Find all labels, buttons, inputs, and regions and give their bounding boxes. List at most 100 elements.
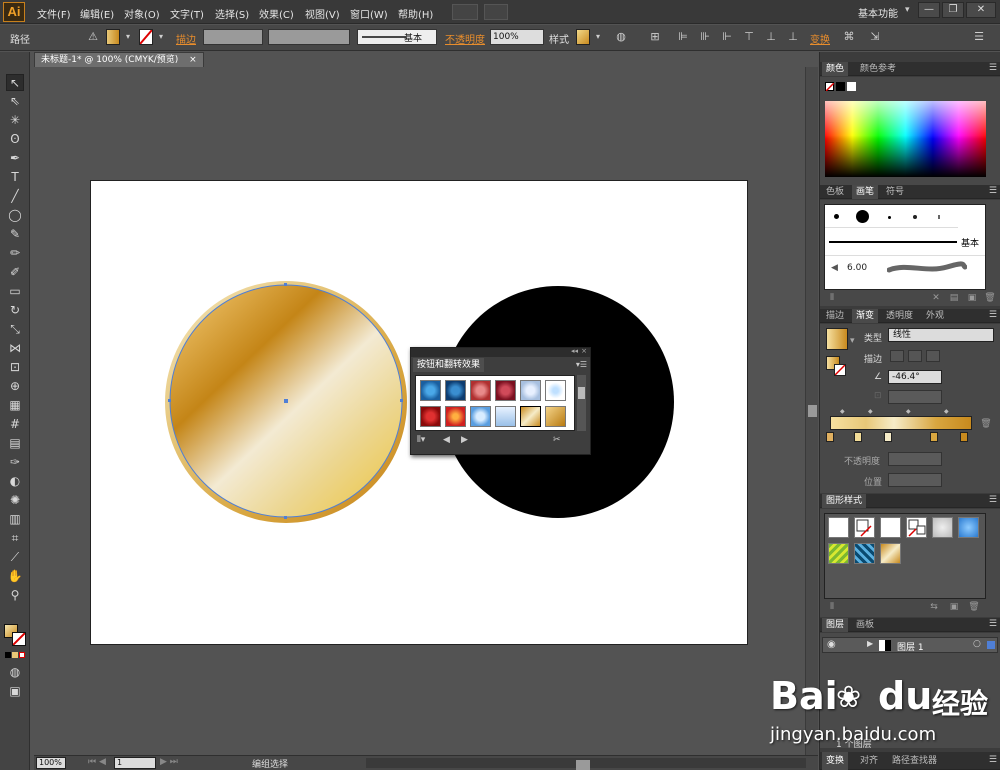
panel-menu-icon[interactable]: ☰ bbox=[972, 30, 986, 44]
style-stroke-only[interactable] bbox=[906, 517, 927, 538]
direct-selection-tool-icon[interactable]: ⇖ bbox=[6, 93, 24, 110]
align-right-icon[interactable]: ⊩ bbox=[720, 30, 734, 44]
width-tool-icon[interactable]: ⋈ bbox=[6, 340, 24, 357]
stroke-weight-field[interactable] bbox=[203, 29, 263, 45]
style-blue[interactable] bbox=[958, 517, 979, 538]
brush-calligraphic[interactable] bbox=[913, 215, 917, 219]
chevron-down-icon[interactable]: ▾ bbox=[905, 5, 910, 15]
style-gold[interactable] bbox=[880, 543, 901, 564]
gradient-mode-icon[interactable] bbox=[12, 652, 18, 658]
scrollbar-thumb[interactable] bbox=[808, 405, 817, 417]
tab-color-guide[interactable]: 颜色参考 bbox=[856, 62, 900, 76]
style-swatch[interactable] bbox=[495, 380, 516, 401]
paintbrush-tool-icon[interactable]: ✎ bbox=[6, 226, 24, 243]
collapse-icon[interactable]: ◂◂ bbox=[571, 347, 578, 355]
eraser-tool-icon[interactable]: ▭ bbox=[6, 283, 24, 300]
style-swatch[interactable] bbox=[495, 406, 516, 427]
visibility-eye-icon[interactable]: ◉ bbox=[827, 639, 836, 650]
chevron-down-icon[interactable]: ▾ bbox=[154, 30, 168, 44]
column-graph-tool-icon[interactable]: ▥ bbox=[6, 511, 24, 528]
delete-icon[interactable]: 🗑 bbox=[984, 292, 996, 304]
brush-dot-small[interactable] bbox=[834, 214, 839, 219]
midpoint-marker[interactable]: ◆ bbox=[868, 408, 873, 415]
close-icon[interactable]: × bbox=[581, 347, 587, 355]
hand-tool-icon[interactable]: ✋ bbox=[6, 568, 24, 585]
midpoint-marker[interactable]: ◆ bbox=[840, 408, 845, 415]
align-bottom-icon[interactable]: ⊥ bbox=[786, 30, 800, 44]
style-gray[interactable] bbox=[932, 517, 953, 538]
stroke-gradient-option[interactable] bbox=[890, 350, 904, 362]
document-tab[interactable]: 未标题-1* @ 100% (CMYK/预览) × bbox=[34, 52, 204, 67]
panel-menu-icon[interactable]: ☰ bbox=[989, 310, 997, 320]
close-icon[interactable]: × bbox=[189, 55, 197, 65]
new-brush-icon[interactable]: ▣ bbox=[966, 292, 978, 304]
variable-width-field[interactable] bbox=[268, 29, 350, 45]
break-link-icon[interactable]: ⇆ bbox=[928, 601, 940, 613]
tab-appearance[interactable]: 外观 bbox=[922, 309, 948, 323]
style-swatch[interactable] bbox=[545, 406, 566, 427]
stroke-gradient-option[interactable] bbox=[908, 350, 922, 362]
stroke-gradient-icon[interactable] bbox=[834, 364, 846, 376]
remove-stroke-icon[interactable]: ✕ bbox=[930, 292, 942, 304]
opacity-label[interactable]: 不透明度 bbox=[445, 31, 485, 46]
bridge-button[interactable] bbox=[452, 4, 478, 20]
previous-library-icon[interactable]: ◀ bbox=[443, 435, 450, 445]
fill-swatch[interactable] bbox=[106, 29, 120, 45]
align-top-icon[interactable]: ⊤ bbox=[742, 30, 756, 44]
panel-menu-icon[interactable]: ▾☰ bbox=[576, 360, 587, 369]
style-swatch[interactable] bbox=[470, 406, 491, 427]
stroke-color-icon[interactable] bbox=[12, 632, 26, 646]
gradient-slider[interactable] bbox=[830, 416, 972, 430]
style-blue-pattern[interactable] bbox=[854, 543, 875, 564]
menu-object[interactable]: 对象(O) bbox=[124, 6, 160, 21]
style-swatch[interactable] bbox=[545, 380, 566, 401]
artboard-tool-icon[interactable]: ⌗ bbox=[6, 530, 24, 547]
close-button[interactable]: ✕ bbox=[966, 2, 996, 18]
style-swatch[interactable] bbox=[576, 29, 590, 45]
isolate-icon[interactable]: ⇲ bbox=[868, 30, 882, 44]
tab-brushes[interactable]: 画笔 bbox=[852, 185, 879, 199]
arrange-documents-button[interactable] bbox=[484, 4, 508, 20]
transform-label[interactable]: 变换 bbox=[810, 31, 830, 46]
panel-menu-icon[interactable]: ☰ bbox=[989, 755, 997, 765]
style-swatch[interactable] bbox=[420, 380, 441, 401]
stroke-label[interactable]: 描边 bbox=[176, 31, 196, 46]
menu-help[interactable]: 帮助(H) bbox=[398, 6, 433, 21]
pencil-tool-icon[interactable]: ✏ bbox=[6, 245, 24, 262]
charcoal-brush-stroke[interactable] bbox=[887, 261, 967, 275]
recolor-artwork-icon[interactable]: ◍ bbox=[614, 30, 628, 44]
stop-opacity-field[interactable] bbox=[888, 452, 942, 466]
midpoint-marker[interactable]: ◆ bbox=[906, 408, 911, 415]
stop-position-field[interactable] bbox=[888, 473, 942, 487]
gradient-stop[interactable] bbox=[884, 432, 892, 442]
tab-transform[interactable]: 变换 bbox=[822, 752, 849, 770]
scale-tool-icon[interactable]: ⤡ bbox=[6, 321, 24, 338]
menu-type[interactable]: 文字(T) bbox=[170, 6, 204, 21]
delete-stop-icon[interactable]: 🗑 bbox=[980, 418, 992, 430]
anchor-point-right[interactable] bbox=[400, 399, 403, 402]
brush-dot-large[interactable] bbox=[856, 210, 869, 223]
midpoint-marker[interactable]: ◆ bbox=[944, 408, 949, 415]
ellipse-tool-icon[interactable]: ◯ bbox=[6, 207, 24, 224]
screen-mode-icon[interactable]: ▣ bbox=[6, 683, 24, 700]
perspective-grid-tool-icon[interactable]: ▦ bbox=[6, 397, 24, 414]
selection-indicator[interactable] bbox=[987, 641, 995, 649]
library-menu-icon[interactable]: ⫴▾ bbox=[417, 435, 425, 445]
chevron-down-icon[interactable]: ▾ bbox=[121, 30, 135, 44]
none-color-icon[interactable] bbox=[825, 82, 835, 92]
line-tool-icon[interactable]: ╱ bbox=[6, 188, 24, 205]
rotate-tool-icon[interactable]: ↻ bbox=[6, 302, 24, 319]
expand-arrow-icon[interactable]: ▶ bbox=[867, 639, 873, 648]
brush-profile-select[interactable]: 基本 bbox=[357, 29, 437, 45]
tab-pathfinder[interactable]: 路径查找器 bbox=[888, 752, 941, 770]
layer-row[interactable]: ◉ ▶ 图层 1 ○ bbox=[822, 637, 998, 653]
color-mode-icon[interactable] bbox=[5, 652, 11, 658]
target-icon[interactable]: ○ bbox=[973, 639, 981, 649]
gradient-preview[interactable] bbox=[826, 328, 848, 350]
zoom-tool-icon[interactable]: ⚲ bbox=[6, 587, 24, 604]
anchor-point-bottom[interactable] bbox=[284, 516, 287, 519]
menu-edit[interactable]: 编辑(E) bbox=[80, 6, 114, 21]
workspace-switcher[interactable]: 基本功能 bbox=[858, 5, 898, 20]
gradient-stop[interactable] bbox=[930, 432, 938, 442]
style-swatch[interactable] bbox=[520, 380, 541, 401]
